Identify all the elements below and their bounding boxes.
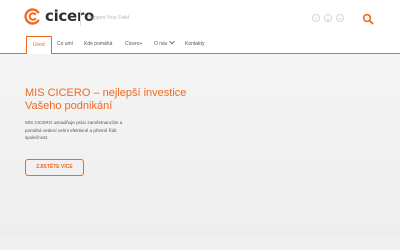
cicero-logo-icon [24, 8, 41, 25]
google-plus-icon[interactable]: g [324, 14, 332, 22]
nav-item-co-umi[interactable]: Co umí [57, 36, 73, 53]
hero-title-line-2: Vašeho podnikání [25, 100, 113, 112]
learn-more-button[interactable]: ZJISTĚTE VÍCE [25, 159, 84, 176]
page: cicero Support Your Field f g in Úvod Co… [0, 0, 400, 250]
search-icon[interactable] [362, 12, 374, 25]
facebook-icon[interactable]: f [312, 14, 320, 22]
linkedin-icon[interactable]: in [336, 14, 344, 22]
hero-description: MIS CICERO usnadňuje práci zaměstnancům … [25, 120, 123, 140]
hero-section [0, 54, 400, 250]
nav-item-cicero-plus[interactable]: Cicero+ [125, 36, 142, 53]
hero-bottom-band [0, 237, 400, 250]
tagline: Support Your Field [80, 10, 129, 26]
hero-title: MIS CICERO – nejlepší investice Vašeho p… [25, 87, 225, 113]
nav-item-o-nas[interactable]: O nás [154, 36, 176, 53]
nav-item-kde-pomaha[interactable]: Kde pomáhá [84, 36, 112, 53]
chevron-down-icon [169, 38, 176, 45]
hero-title-line-1: MIS CICERO – nejlepší investice [25, 87, 187, 99]
site-header: cicero Support Your Field f g in [0, 0, 400, 36]
nav-item-kontakty[interactable]: Kontakty [185, 36, 204, 53]
nav-item-uvod[interactable]: Úvod [26, 36, 52, 54]
nav-item-o-nas-label: O nás [154, 41, 168, 47]
